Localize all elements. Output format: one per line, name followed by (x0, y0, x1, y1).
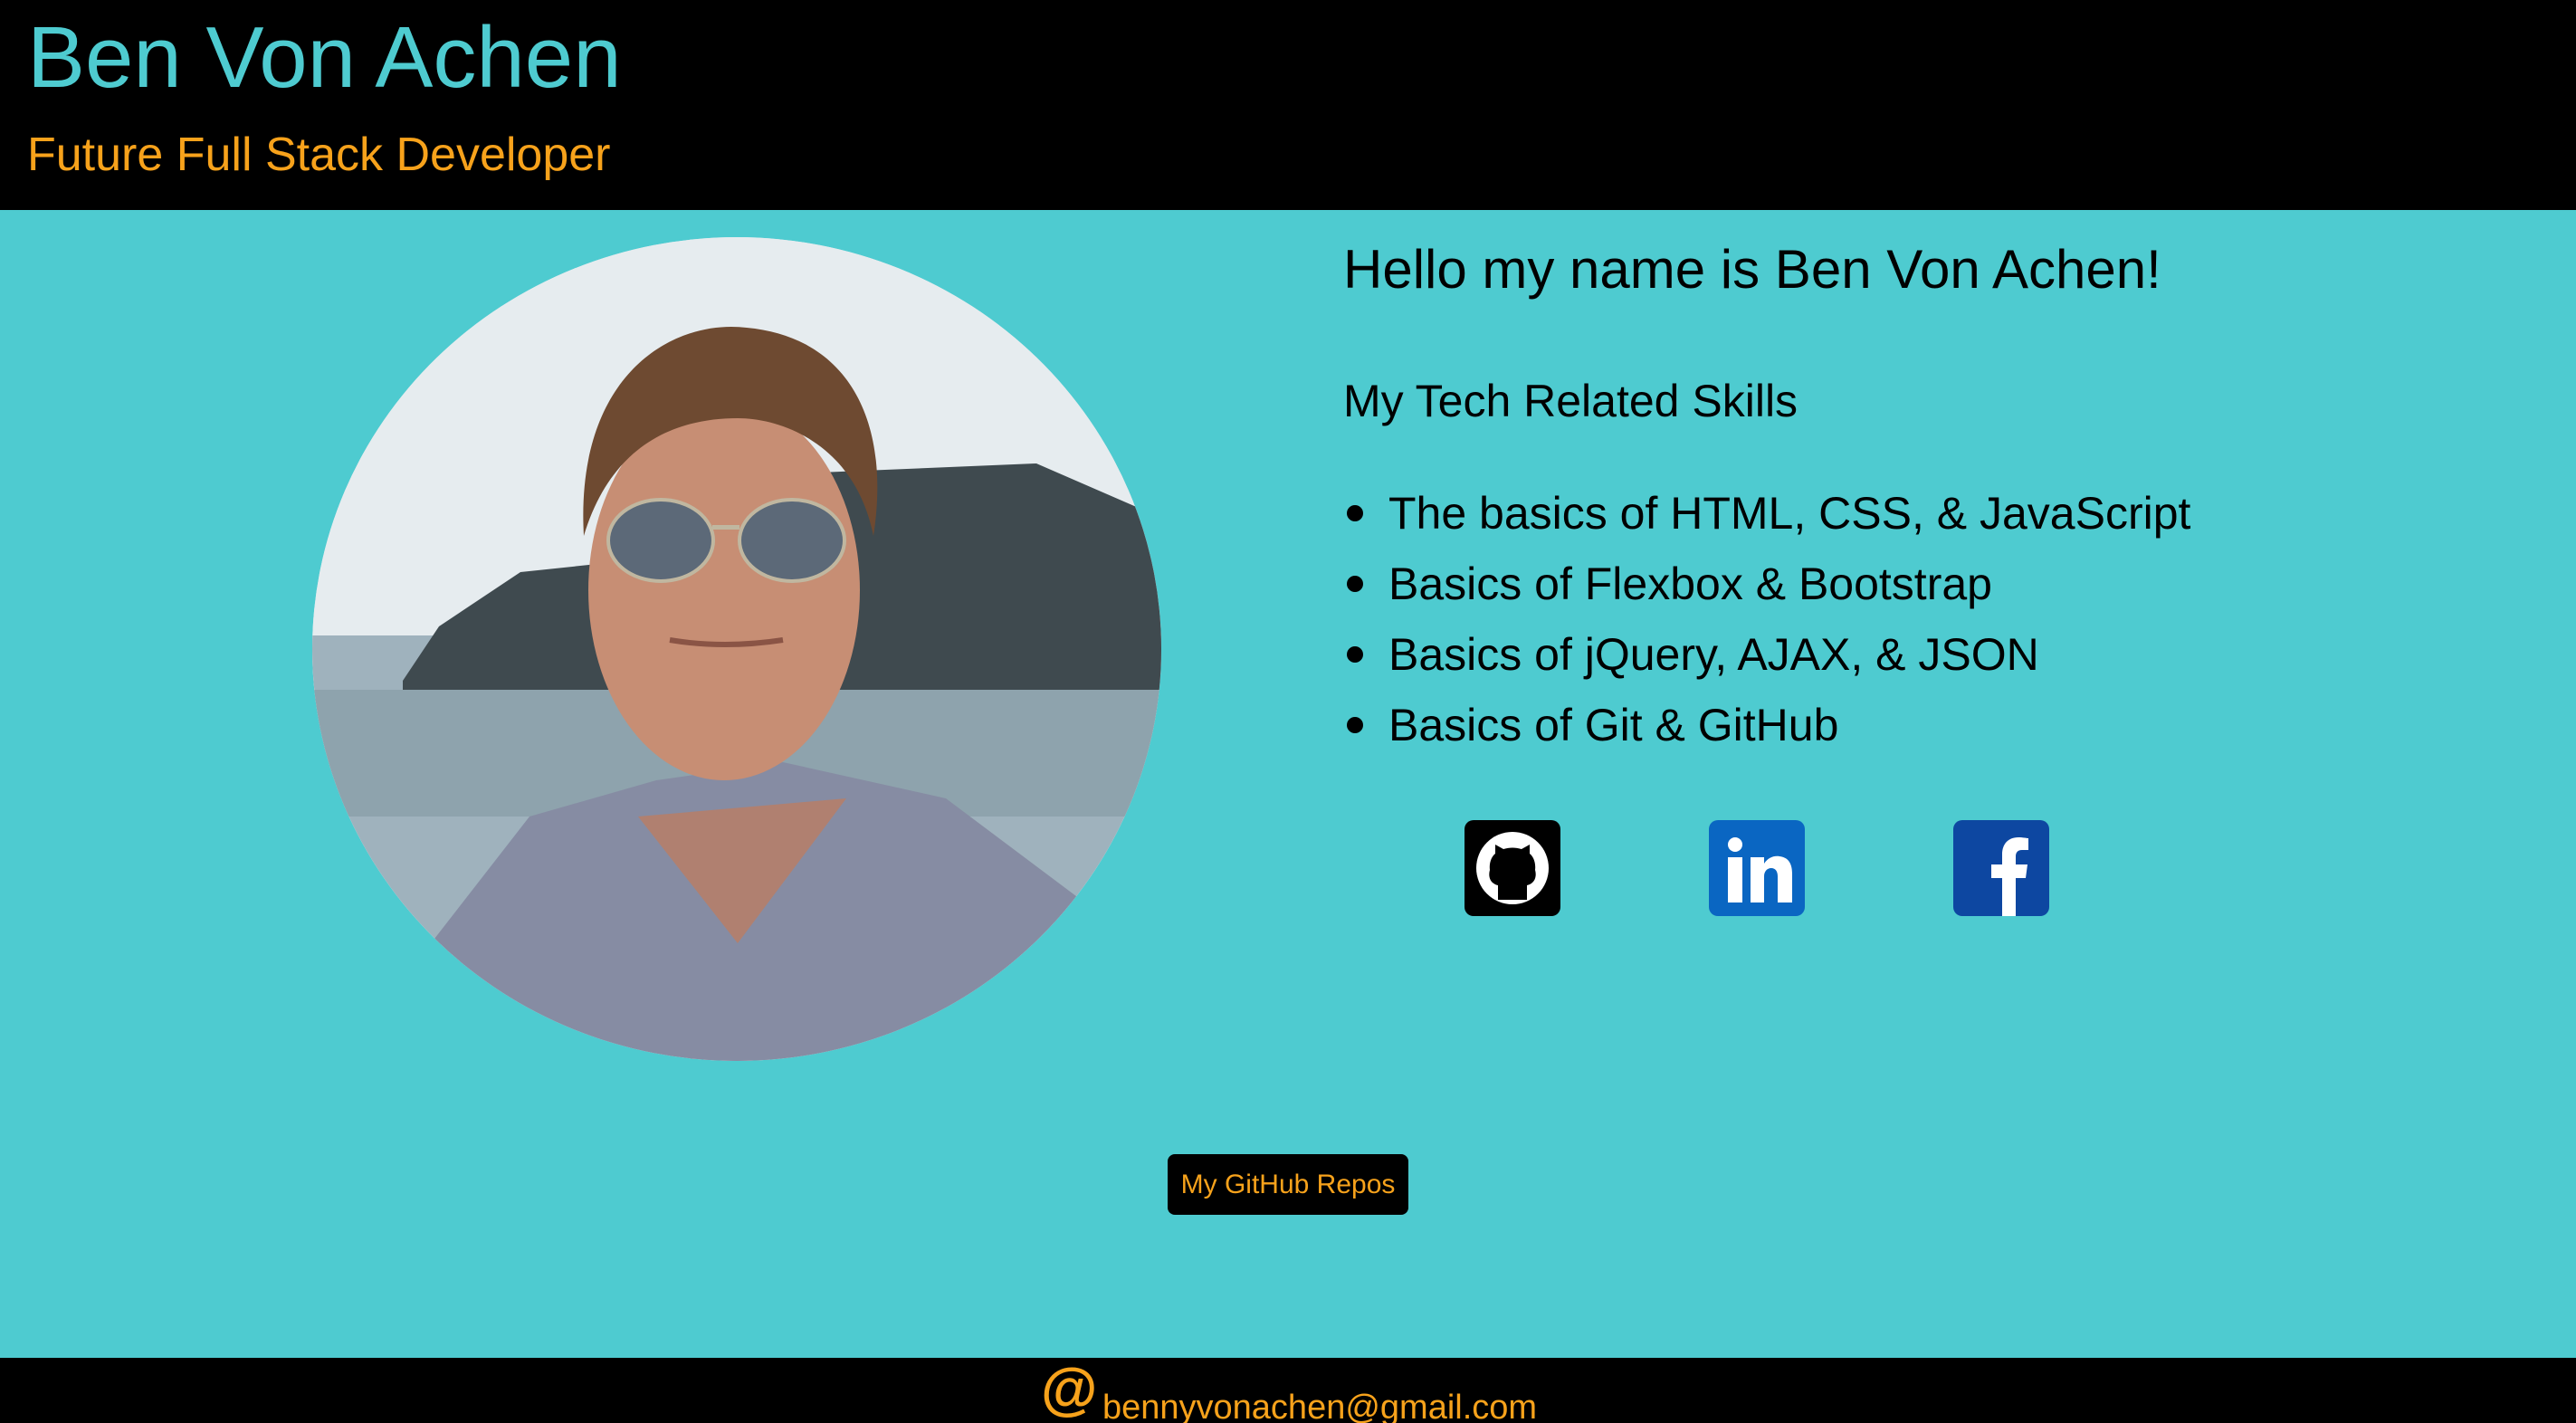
list-item: The basics of HTML, CSS, & JavaScript (1343, 478, 2190, 549)
skills-list: The basics of HTML, CSS, & JavaScript Ba… (1343, 478, 2190, 760)
site-footer: @ bennyvonachen@gmail.com (0, 1358, 2576, 1423)
skill-label: The basics of HTML, CSS, & JavaScript (1388, 488, 2191, 539)
list-item: Basics of jQuery, AJAX, & JSON (1343, 619, 2190, 690)
list-item: Basics of Git & GitHub (1343, 690, 2190, 760)
bullet-icon (1347, 505, 1363, 521)
github-link[interactable] (1465, 820, 1560, 916)
site-title: Ben Von Achen (27, 9, 622, 106)
bullet-icon (1347, 646, 1363, 663)
list-item: Basics of Flexbox & Bootstrap (1343, 549, 2190, 619)
github-icon (1476, 832, 1549, 904)
site-subtitle: Future Full Stack Developer (27, 129, 611, 181)
facebook-link[interactable] (1953, 820, 2049, 916)
bullet-icon (1347, 576, 1363, 592)
github-repos-button[interactable]: My GitHub Repos (1168, 1154, 1408, 1215)
linkedin-icon (1728, 837, 1792, 903)
email-link[interactable]: bennyvonachen@gmail.com (1102, 1385, 1537, 1423)
profile-photo (312, 237, 1161, 1061)
skill-label: Basics of jQuery, AJAX, & JSON (1388, 629, 2039, 680)
skill-label: Basics of Git & GitHub (1388, 700, 1839, 750)
skill-label: Basics of Flexbox & Bootstrap (1388, 559, 1992, 609)
linkedin-link[interactable] (1709, 820, 1805, 916)
facebook-icon (1991, 837, 2028, 916)
site-header: Ben Von Achen Future Full Stack Develope… (0, 0, 2576, 210)
skills-heading: My Tech Related Skills (1343, 376, 1798, 426)
at-icon: @ (1041, 1358, 1098, 1421)
greeting-heading: Hello my name is Ben Von Achen! (1343, 239, 2161, 300)
bullet-icon (1347, 717, 1363, 733)
